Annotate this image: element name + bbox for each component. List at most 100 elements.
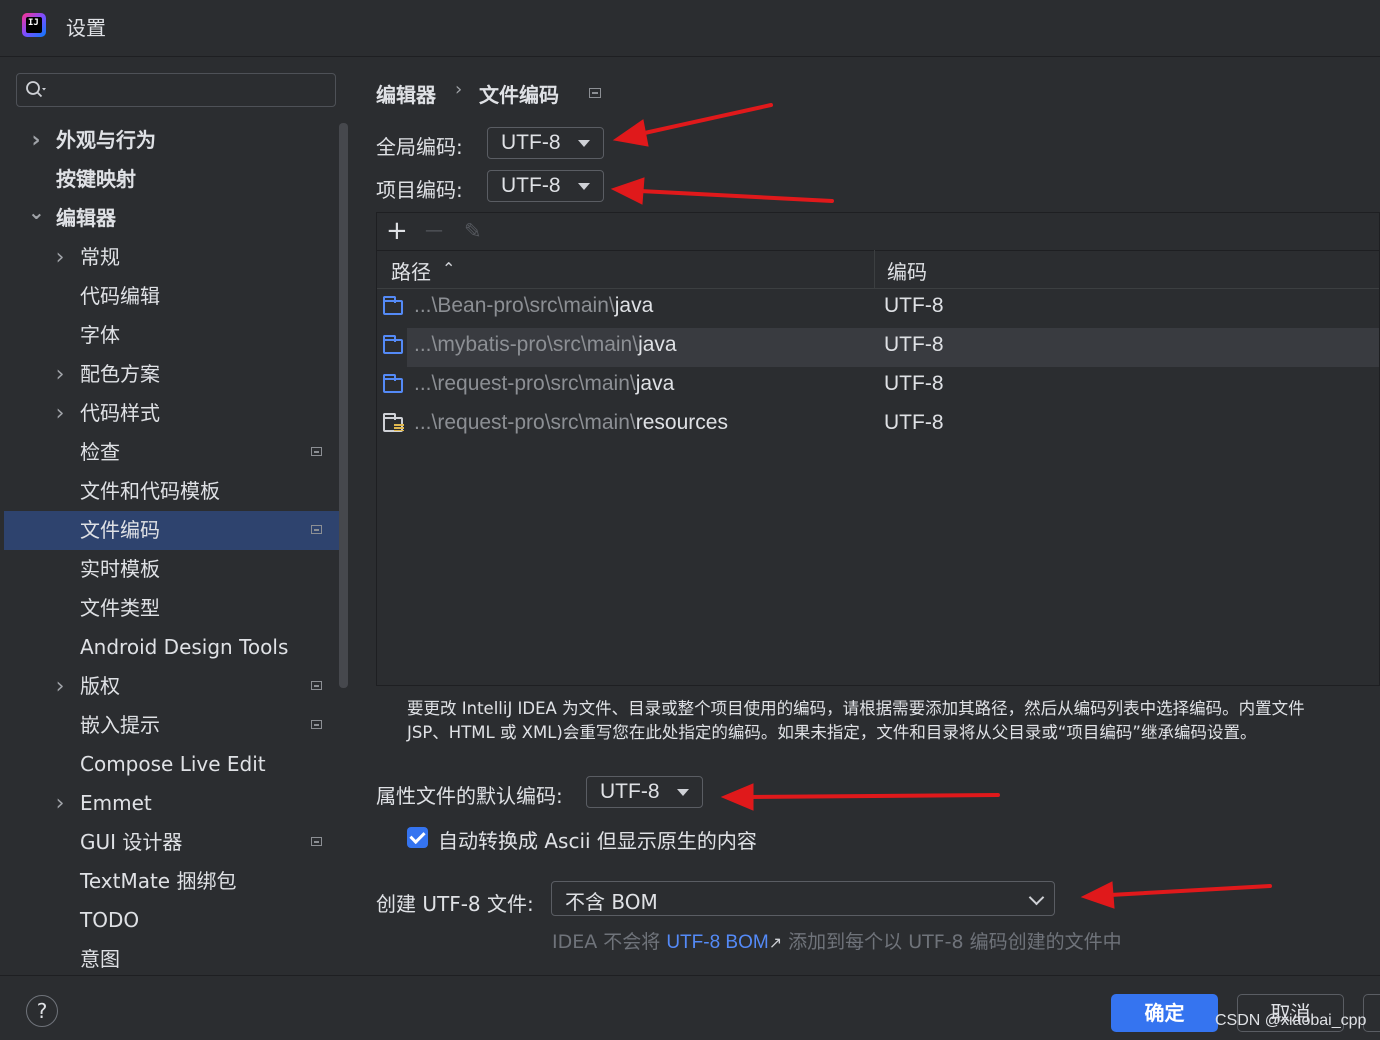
- encoding-column-header[interactable]: 编码: [887, 256, 927, 285]
- sidebar-item[interactable]: 实时模板: [4, 550, 348, 589]
- search-icon: [26, 81, 46, 98]
- external-link-icon: ↗: [768, 933, 783, 952]
- sidebar-item-label: 外观与行为: [56, 128, 156, 152]
- intellij-logo-icon: IJ: [22, 13, 46, 37]
- help-button[interactable]: ?: [26, 995, 58, 1027]
- table-row[interactable]: ...\mybatis-pro\src\main\java UTF-8: [383, 328, 1379, 367]
- sidebar-item[interactable]: › 外观与行为: [4, 121, 348, 160]
- chevron-right-icon[interactable]: ›: [52, 667, 68, 706]
- title-bar: IJ 设置: [0, 0, 1380, 57]
- folder-icon: [383, 335, 403, 354]
- sidebar-item[interactable]: 文件编码: [4, 511, 348, 550]
- table-toolbar: + — ✎: [377, 213, 1379, 251]
- project-encoding-dropdown[interactable]: UTF-8: [487, 170, 604, 202]
- sidebar-scrollbar[interactable]: [339, 123, 348, 688]
- folder-icon: [383, 296, 403, 315]
- sidebar-item[interactable]: ⌄ 编辑器: [4, 199, 348, 238]
- ascii-conversion-label[interactable]: 自动转换成 Ascii 但显示原生的内容: [438, 825, 757, 854]
- project-settings-icon: [311, 837, 322, 846]
- sidebar-item[interactable]: › 代码样式: [4, 394, 348, 433]
- chevron-right-icon[interactable]: ›: [52, 394, 68, 433]
- sidebar-item[interactable]: Android Design Tools: [4, 628, 348, 667]
- sidebar-item[interactable]: 检查: [4, 433, 348, 472]
- chevron-right-icon[interactable]: ›: [28, 121, 44, 160]
- path-column-header[interactable]: 路径: [391, 256, 431, 285]
- encoding-cell[interactable]: UTF-8: [884, 333, 944, 357]
- resources-folder-icon: [383, 413, 404, 432]
- sidebar-item-label: 配色方案: [80, 362, 160, 386]
- sidebar-item-label: 版权: [80, 674, 120, 698]
- path-cell: ...\Bean-pro\src\main\java: [414, 294, 654, 317]
- sidebar-item[interactable]: 嵌入提示: [4, 706, 348, 745]
- sidebar-item[interactable]: 字体: [4, 316, 348, 355]
- file-encoding-panel: 编辑器 › 文件编码 全局编码: UTF-8 项目编码: UTF-8 + — ✎…: [350, 57, 1380, 975]
- sidebar-item-label: 常规: [80, 245, 120, 269]
- chevron-right-icon[interactable]: ›: [52, 238, 68, 277]
- sidebar-item[interactable]: 意图: [4, 940, 348, 979]
- breadcrumb-editor[interactable]: 编辑器: [376, 79, 436, 108]
- sidebar-item-label: Emmet: [80, 791, 152, 815]
- ok-button[interactable]: 确定: [1111, 994, 1218, 1032]
- table-row[interactable]: ...\request-pro\src\main\resources UTF-8: [377, 406, 1379, 445]
- table-row[interactable]: ...\Bean-pro\src\main\java UTF-8: [377, 289, 1379, 328]
- chevron-right-icon[interactable]: ›: [52, 355, 68, 394]
- utf8-bom-link[interactable]: UTF-8 BOM: [666, 932, 768, 953]
- table-header: 路径 ⌃ 编码: [377, 250, 1379, 289]
- sidebar-item[interactable]: TextMate 捆绑包: [4, 862, 348, 901]
- sidebar-item-label: 文件编码: [80, 518, 160, 542]
- chevron-down-icon: [1028, 889, 1045, 906]
- sidebar-item[interactable]: 文件和代码模板: [4, 472, 348, 511]
- sidebar-item-label: Compose Live Edit: [80, 752, 266, 776]
- sidebar-item-label: 文件类型: [80, 596, 160, 620]
- sidebar-item-label: 代码样式: [80, 401, 160, 425]
- sidebar-item-label: 文件和代码模板: [80, 479, 220, 503]
- project-settings-icon: [311, 447, 322, 456]
- encoding-cell[interactable]: UTF-8: [884, 294, 944, 318]
- sidebar-item-label: 编辑器: [56, 206, 116, 230]
- settings-search-input[interactable]: [16, 73, 336, 107]
- sort-ascending-icon: ⌃: [442, 259, 456, 278]
- sidebar-item[interactable]: TODO: [4, 901, 348, 940]
- project-settings-icon: [589, 88, 601, 98]
- project-settings-icon: [311, 720, 322, 729]
- chevron-down-icon[interactable]: ⌄: [28, 193, 45, 232]
- breadcrumb-current: 文件编码: [479, 83, 559, 107]
- sidebar-item[interactable]: Compose Live Edit: [4, 745, 348, 784]
- sidebar-item-label: 按键映射: [56, 167, 136, 191]
- sidebar-item[interactable]: 按键映射: [4, 160, 348, 199]
- sidebar-item-label: 代码编辑: [80, 284, 160, 308]
- chevron-right-icon[interactable]: ›: [52, 784, 68, 823]
- path-encoding-table: + — ✎ 路径 ⌃ 编码 ...\Bean-pro\src\main\java…: [376, 212, 1380, 686]
- window-title: 设置: [66, 16, 106, 40]
- dialog-button-bar: ? 确定 取消 CSDN @xiaobai_cpp: [0, 975, 1380, 1040]
- sidebar-item-label: 嵌入提示: [80, 713, 160, 737]
- table-row[interactable]: ...\request-pro\src\main\java UTF-8: [377, 367, 1379, 406]
- edit-path-button[interactable]: ✎: [464, 217, 482, 245]
- column-divider[interactable]: [874, 250, 875, 288]
- create-utf8-label: 创建 UTF-8 文件:: [376, 892, 534, 916]
- global-encoding-label: 全局编码:: [376, 135, 463, 159]
- dropdown-arrow-icon: [677, 789, 689, 796]
- project-settings-icon: [311, 525, 322, 534]
- properties-encoding-dropdown[interactable]: UTF-8: [586, 776, 703, 808]
- remove-path-button[interactable]: —: [425, 217, 443, 245]
- sidebar-item[interactable]: 文件类型: [4, 589, 348, 628]
- path-cell: ...\request-pro\src\main\java: [414, 372, 675, 395]
- sidebar-item[interactable]: › Emmet: [4, 784, 348, 823]
- bom-option-dropdown[interactable]: 不含 BOM: [551, 881, 1055, 916]
- project-encoding-label: 项目编码:: [376, 178, 463, 202]
- sidebar-item[interactable]: › 常规: [4, 238, 348, 277]
- encoding-help-text: 要更改 IntelliJ IDEA 为文件、目录或整个项目使用的编码，请根据需要…: [407, 699, 1305, 742]
- add-path-button[interactable]: +: [386, 217, 408, 245]
- sidebar-item[interactable]: GUI 设计器: [4, 823, 348, 862]
- sidebar-item-label: 意图: [80, 947, 120, 971]
- dropdown-arrow-icon: [578, 183, 590, 190]
- csdn-watermark: CSDN @xiaobai_cpp: [1215, 1012, 1367, 1029]
- global-encoding-dropdown[interactable]: UTF-8: [487, 127, 604, 159]
- sidebar-item[interactable]: › 版权: [4, 667, 348, 706]
- encoding-cell[interactable]: UTF-8: [884, 372, 944, 396]
- encoding-cell[interactable]: UTF-8: [884, 411, 944, 435]
- sidebar-item[interactable]: 代码编辑: [4, 277, 348, 316]
- sidebar-item[interactable]: › 配色方案: [4, 355, 348, 394]
- ascii-conversion-checkbox[interactable]: [407, 827, 428, 848]
